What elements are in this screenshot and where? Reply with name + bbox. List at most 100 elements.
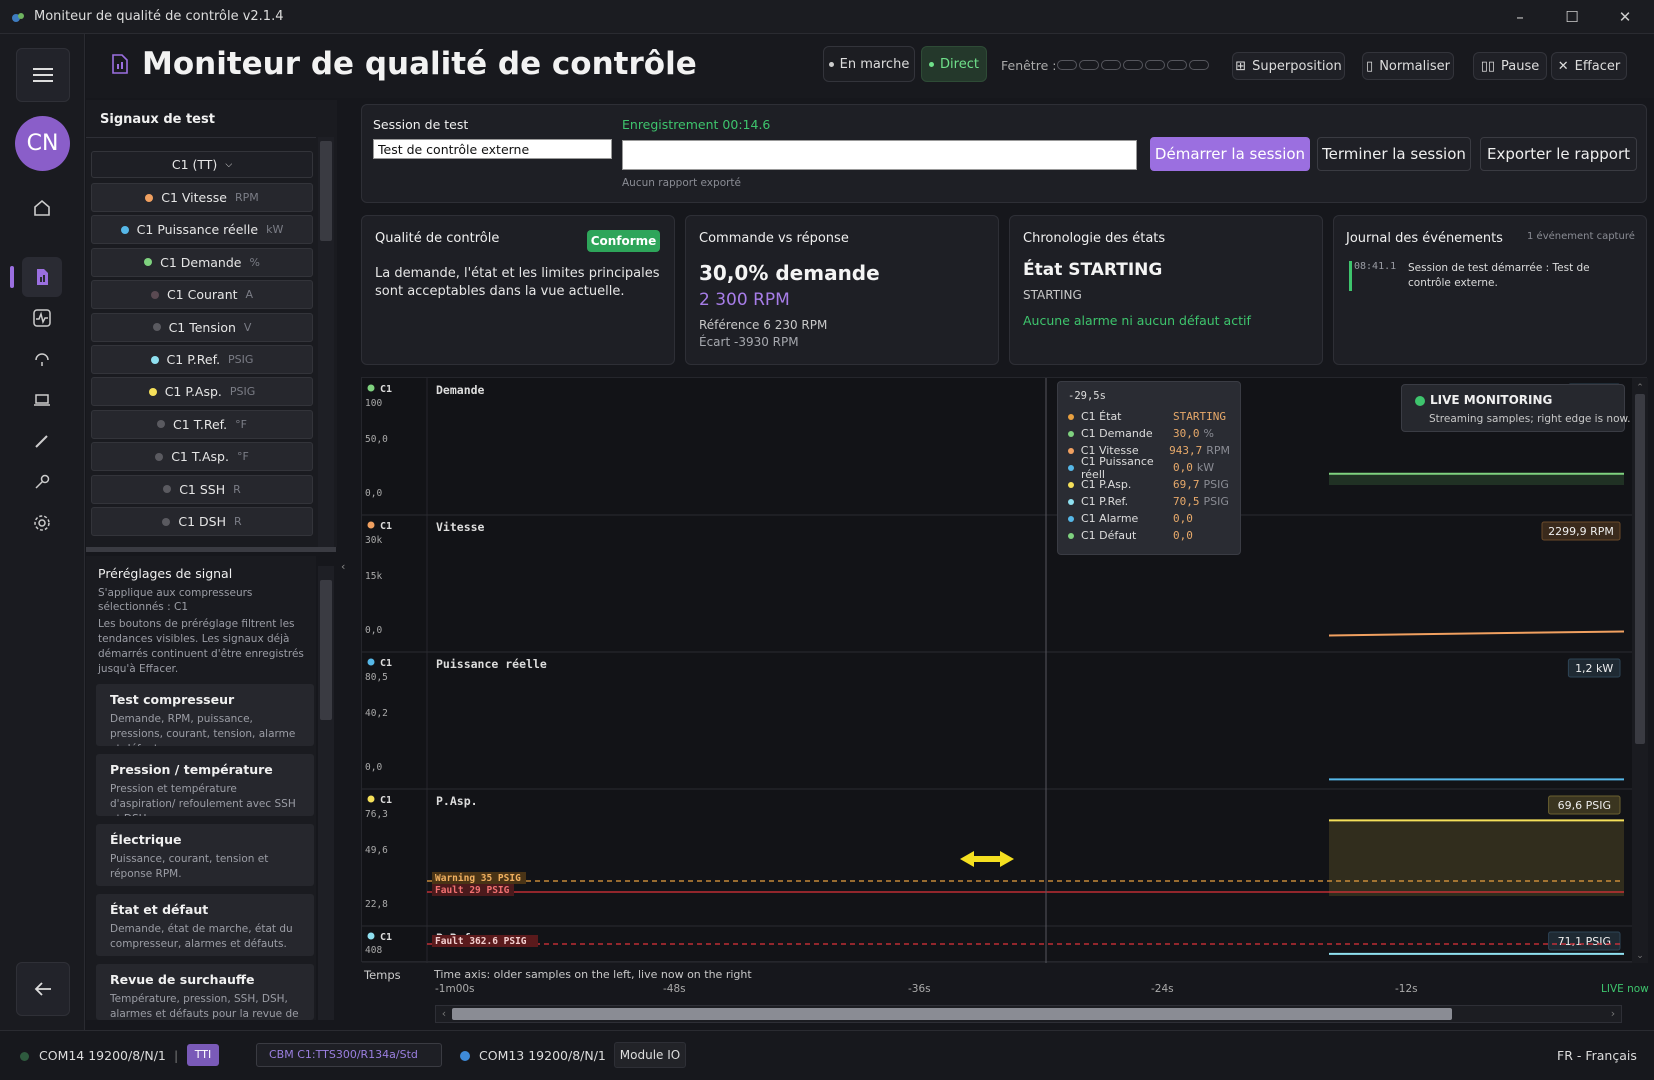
signal-toggle[interactable]: C1 Vitesse RPM [91, 183, 313, 212]
signal-unit: PSIG [228, 353, 254, 366]
preset-button[interactable]: Électrique Puissance, courant, tension et… [96, 824, 314, 886]
signal-toggle[interactable]: C1 T.Asp. °F [91, 442, 313, 472]
window-option[interactable] [1079, 60, 1099, 70]
cbm-chip[interactable]: CBM C1:TTS300/R134a/Std [256, 1043, 442, 1067]
presets-scrollbar[interactable] [318, 566, 334, 1020]
signal-color-dot [155, 452, 164, 461]
lane-title: P.Asp. [436, 794, 478, 808]
fault-limit-label: Fault 29 PSIG [435, 885, 510, 896]
session-notes-input[interactable] [622, 140, 1137, 170]
preset-button[interactable]: Revue de surchauffe Température, pression… [96, 964, 314, 1020]
language-label[interactable]: FR - Français [1557, 1048, 1637, 1063]
fault-limit-label: Fault 362.6 PSIG [435, 936, 527, 947]
signal-toggle[interactable]: C1 P.Ref. PSIG [91, 345, 313, 374]
tooltip-dot [1068, 464, 1074, 471]
scroll-right-icon[interactable]: › [1605, 1006, 1621, 1022]
overlay-button[interactable]: ⊞ Superposition [1232, 52, 1345, 80]
scroll-thumb[interactable] [320, 141, 332, 241]
close-icon: ✕ [1557, 58, 1569, 74]
signal-toggle[interactable]: C1 DSH R [91, 507, 313, 536]
module-chip[interactable]: Module IO [614, 1042, 686, 1068]
y-tick-label: 49,6 [365, 845, 388, 856]
signal-name: C1 Demande [160, 254, 242, 270]
export-status: Aucun rapport exporté [622, 177, 742, 189]
nav-settings[interactable] [22, 503, 62, 543]
value-badge-text: 69,6 PSIG [1558, 799, 1611, 812]
window-option[interactable] [1101, 60, 1121, 70]
scroll-thumb[interactable] [452, 1008, 1452, 1020]
preset-button[interactable]: Test compresseur Demande, RPM, puissance,… [96, 684, 314, 746]
signals-scrollbar[interactable] [318, 137, 334, 547]
reference-value: Référence 6 230 RPM [699, 318, 828, 332]
back-button[interactable] [16, 962, 70, 1016]
close-window-button[interactable]: ✕ [1602, 4, 1648, 30]
export-report-button[interactable]: Exporter le rapport [1480, 137, 1637, 171]
maximize-button[interactable]: ☐ [1549, 4, 1595, 30]
signal-toggle[interactable]: C1 Puissance réelle kW [91, 215, 313, 245]
signal-toggle[interactable]: C1 Demande% [91, 247, 313, 277]
signal-name: C1 Courant [166, 287, 238, 303]
window-selector[interactable] [1057, 60, 1209, 70]
nav-trends[interactable] [22, 298, 62, 338]
clear-button[interactable]: ✕ Effacer [1551, 52, 1627, 80]
signal-name: C1 Tension [168, 319, 236, 335]
preset-desc: Pression et température d'aspiration/ re… [110, 783, 296, 816]
window-option[interactable] [1145, 60, 1165, 70]
minimize-button[interactable]: – [1497, 4, 1543, 30]
signal-toggle[interactable]: C1 Tension V [91, 312, 313, 342]
collapse-icon[interactable]: ‹ [341, 560, 345, 573]
state-sub: STARTING [1023, 288, 1082, 302]
divider [86, 137, 316, 138]
nav-active-indicator [10, 266, 14, 288]
nav-device[interactable] [22, 380, 62, 420]
signal-toggle[interactable]: C1 Courant A [91, 280, 313, 310]
trend-chart[interactable]: C1 Demande 100 50,0 0,0 30,0 % C1 Vitesse 30k 15k… [362, 378, 1648, 963]
nav-edit[interactable] [22, 421, 62, 461]
nav-tools[interactable] [22, 462, 62, 502]
compressor-selector[interactable]: C1 (TT) ⌵ [91, 151, 313, 178]
y-tick-label: 50,0 [365, 434, 388, 445]
preset-button[interactable]: Pression / température Pression et tempér… [96, 754, 314, 816]
window-option[interactable] [1189, 60, 1209, 70]
tti-badge[interactable]: TTI [187, 1044, 219, 1066]
preset-name: Revue de surchauffe [110, 972, 255, 987]
nav-support[interactable] [22, 339, 62, 379]
window-option[interactable] [1167, 60, 1187, 70]
lane-color-dot [367, 521, 375, 529]
live-indicator-icon [1415, 396, 1425, 406]
session-name-input[interactable] [373, 139, 612, 159]
menu-button[interactable] [16, 48, 70, 102]
session-label: Session de test [373, 117, 469, 132]
nav-home[interactable] [22, 188, 62, 228]
pause-button[interactable]: ▯▯ Pause [1473, 52, 1547, 80]
scroll-thumb[interactable] [320, 580, 332, 720]
end-session-button[interactable]: Terminer la session [1317, 137, 1471, 171]
signal-name: C1 T.Ref. [173, 416, 228, 432]
scroll-left-icon[interactable]: ‹ [436, 1006, 452, 1022]
presets-note: Les boutons de préréglage filtrent les t… [98, 618, 304, 675]
signal-toggle[interactable]: C1 SSH R [91, 474, 313, 504]
tooltip-dot [1068, 532, 1074, 539]
time-tick: -24s [1151, 983, 1174, 995]
window-option[interactable] [1057, 60, 1077, 70]
gap-value: Écart -3930 RPM [699, 335, 799, 349]
tooltip-value: 69,7 [1173, 478, 1200, 491]
signal-name: C1 P.Ref. [166, 352, 221, 367]
avatar[interactable]: CN [15, 116, 70, 171]
nav-monitor[interactable] [22, 257, 62, 297]
area-fill [1329, 473, 1624, 485]
panel-splitter[interactable] [86, 547, 336, 552]
start-session-button[interactable]: Démarrer la session [1150, 137, 1310, 171]
normalize-button[interactable]: ▯ Normaliser [1362, 52, 1454, 80]
tooltip-value: 70,5 [1173, 495, 1200, 508]
window-option[interactable] [1123, 60, 1143, 70]
signal-toggle[interactable]: C1 P.Asp. PSIG [91, 377, 313, 407]
preset-desc: Température, pression, SSH, DSH, alarmes… [110, 993, 299, 1020]
preset-button[interactable]: État et défaut Demande, état de marche, é… [96, 894, 314, 956]
signal-color-dot [145, 193, 154, 202]
signal-toggle[interactable]: C1 T.Ref. °F [91, 409, 313, 439]
tooltip-unit: kW [1196, 461, 1215, 474]
scroll-up-icon: ⌃ [1636, 383, 1644, 393]
time-scrollbar[interactable]: ‹ › [435, 1005, 1622, 1023]
signal-unit: kW [266, 223, 284, 237]
